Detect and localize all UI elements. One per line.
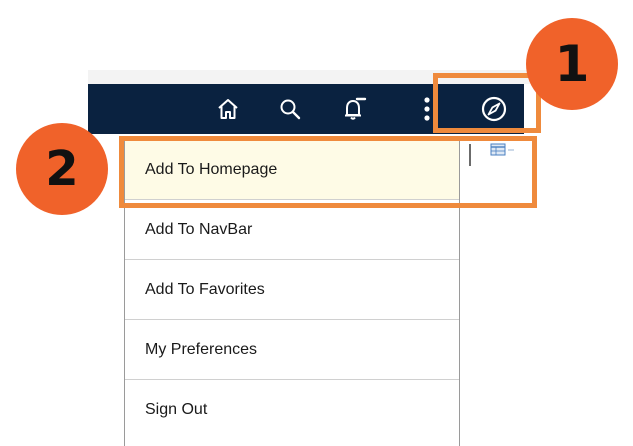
callout-highlight-add-to-homepage: [119, 136, 537, 208]
callout-number: 1: [554, 35, 590, 93]
callout-highlight-compass: [433, 73, 541, 133]
menu-item-label: Add To Favorites: [145, 280, 265, 298]
menu-item-label: Sign Out: [145, 401, 208, 418]
menu-item-my-preferences[interactable]: My Preferences: [125, 320, 459, 380]
home-icon[interactable]: [208, 84, 248, 134]
callout-badge-1: 1: [526, 18, 618, 110]
menu-item-sign-out[interactable]: Sign Out: [125, 380, 459, 440]
callout-number: 2: [45, 141, 79, 197]
search-icon[interactable]: [270, 84, 310, 134]
menu-item-add-to-navbar[interactable]: Add To NavBar: [125, 200, 459, 260]
menu-item-label: Add To NavBar: [145, 220, 253, 238]
menu-item-label: My Preferences: [145, 340, 258, 358]
menu-item-add-to-favorites[interactable]: Add To Favorites: [125, 260, 459, 320]
bell-icon[interactable]: [334, 84, 374, 134]
callout-badge-2: 2: [16, 123, 108, 215]
